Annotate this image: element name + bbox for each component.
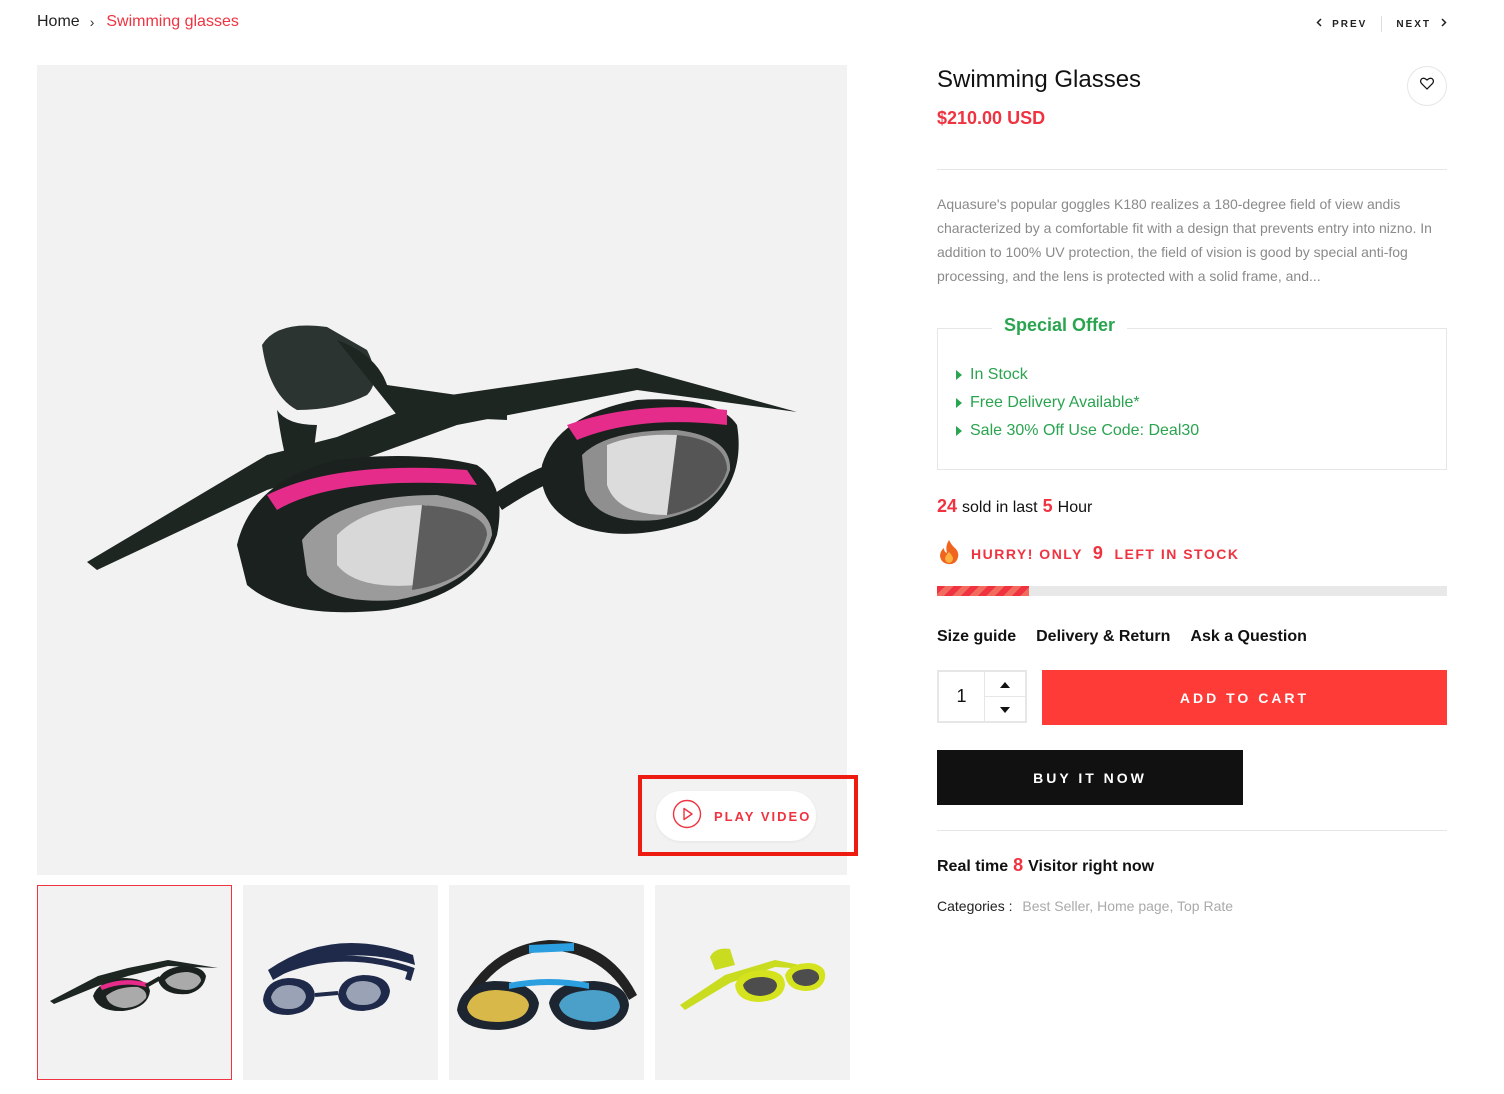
offer-item: Free Delivery Available* — [956, 389, 1199, 417]
divider — [937, 830, 1447, 831]
thumbnail-strip — [37, 885, 850, 1080]
prev-label: PREV — [1332, 18, 1368, 30]
play-icon — [672, 799, 702, 834]
next-link[interactable]: NEXT — [1396, 18, 1447, 30]
goggles-main-image — [87, 325, 797, 613]
stock-warning: HURRY! ONLY 9 LEFT IN STOCK — [937, 539, 1447, 568]
product-pager: PREV NEXT — [1316, 16, 1447, 32]
stock-progress-fill — [937, 586, 1029, 596]
add-to-cart-button[interactable]: ADD TO CART — [1042, 670, 1447, 725]
visitors-text-1: Real time — [937, 858, 1009, 875]
quantity-arrows — [985, 672, 1025, 721]
goggles-navy-thumb-image — [263, 943, 415, 1015]
category-link[interactable]: Home page, — [1097, 898, 1173, 914]
thumbnail-3[interactable] — [449, 885, 644, 1080]
hurry-count: 9 — [1092, 543, 1105, 563]
breadcrumb-current: Swimming glasses — [106, 13, 239, 30]
categories: Categories : Best Seller, Home page, Top… — [937, 898, 1447, 914]
prev-link[interactable]: PREV — [1316, 18, 1367, 30]
divider — [937, 169, 1447, 170]
goggles-yellow-thumb-image — [680, 948, 826, 1010]
product-description: Aquasure's popular goggles K180 realizes… — [937, 196, 1432, 284]
offer-item-label: Free Delivery Available* — [970, 394, 1140, 411]
special-offer-list: In Stock Free Delivery Available* Sale 3… — [956, 361, 1199, 445]
offer-item: Sale 30% Off Use Code: Deal30 — [956, 417, 1199, 445]
special-offer-box: Special Offer In Stock Free Delivery Ava… — [937, 315, 1447, 470]
play-video-button[interactable]: PLAY VIDEO — [656, 791, 816, 841]
product-price: $210.00 USD — [937, 108, 1046, 128]
size-guide-link[interactable]: Size guide — [937, 628, 1016, 646]
next-label: NEXT — [1396, 18, 1431, 30]
sold-counter: 24 sold in last 5 Hour — [937, 496, 1447, 517]
fire-icon — [937, 539, 961, 568]
hurry-text-1: HURRY! ONLY — [971, 545, 1083, 562]
offer-item-label: Sale 30% Off Use Code: Deal30 — [970, 422, 1200, 439]
quantity-increase-button[interactable] — [985, 672, 1025, 697]
offer-item: In Stock — [956, 361, 1199, 389]
goggles-blue-yellow-thumb-image — [457, 940, 637, 1030]
special-offer-title: Special Offer — [992, 315, 1128, 336]
sold-hours: 5 — [1042, 496, 1053, 516]
sold-text-2: Hour — [1057, 499, 1093, 516]
quantity-input[interactable]: 1 — [939, 672, 985, 721]
main-product-image[interactable]: PLAY VIDEO — [37, 65, 858, 875]
heart-icon — [1420, 77, 1434, 95]
visitors-count: 8 — [1013, 855, 1024, 875]
visitor-counter: Real time 8 Visitor right now — [937, 855, 1447, 876]
buy-now-button[interactable]: BUY IT NOW — [937, 750, 1243, 805]
sold-text-1: sold in last — [962, 499, 1038, 516]
triangle-bullet-icon — [956, 426, 962, 436]
offer-item-label: In Stock — [970, 366, 1028, 383]
pager-divider — [1381, 16, 1383, 32]
thumbnail-4[interactable] — [655, 885, 850, 1080]
stock-progress-bar — [937, 586, 1447, 596]
quantity-decrease-button[interactable] — [985, 697, 1025, 721]
triangle-bullet-icon — [956, 370, 962, 380]
caret-down-icon — [1000, 700, 1010, 718]
goggles-pink-thumb-image — [50, 960, 218, 1012]
visitors-text-2: Visitor right now — [1028, 858, 1155, 875]
product-links: Size guide Delivery & Return Ask a Quest… — [937, 628, 1447, 646]
triangle-bullet-icon — [956, 398, 962, 408]
play-video-highlight-box: PLAY VIDEO — [638, 775, 858, 856]
product-title: Swimming Glasses — [937, 66, 1142, 93]
delivery-return-link[interactable]: Delivery & Return — [1036, 628, 1170, 646]
chevron-left-icon — [1316, 18, 1322, 30]
wishlist-button[interactable] — [1407, 66, 1447, 106]
breadcrumb: Home › Swimming glasses — [37, 13, 239, 31]
category-link[interactable]: Top Rate — [1177, 898, 1233, 914]
quantity-stepper: 1 — [937, 670, 1027, 723]
breadcrumb-home-link[interactable]: Home — [37, 13, 80, 31]
thumbnail-2[interactable] — [243, 885, 438, 1080]
sold-count: 24 — [937, 496, 958, 516]
caret-up-icon — [1000, 675, 1010, 693]
hurry-text-2: LEFT IN STOCK — [1114, 545, 1240, 562]
thumbnail-1[interactable] — [37, 885, 232, 1080]
chevron-right-icon — [1441, 18, 1447, 30]
categories-label: Categories : — [937, 898, 1013, 914]
cart-row: 1 ADD TO CART — [937, 670, 1447, 725]
breadcrumb-separator: › — [89, 14, 95, 30]
category-link[interactable]: Best Seller, — [1022, 898, 1093, 914]
ask-question-link[interactable]: Ask a Question — [1190, 628, 1306, 646]
product-info: Swimming Glasses $210.00 USD Aquasure's … — [937, 60, 1447, 914]
play-video-label: PLAY VIDEO — [714, 808, 812, 824]
